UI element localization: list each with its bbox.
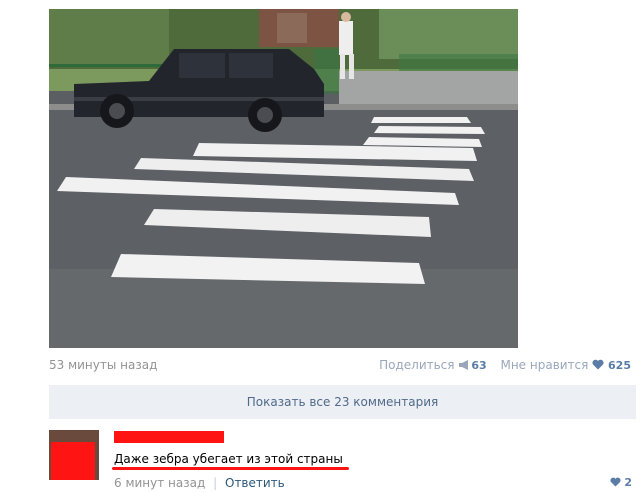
reply-button[interactable]: Ответить bbox=[225, 476, 285, 490]
comment-text-value: Даже зебра убегает из этой страны bbox=[114, 452, 343, 466]
comment-time[interactable]: 6 минут назад bbox=[114, 476, 205, 490]
like-label: Мне нравится bbox=[500, 358, 589, 372]
post-actions: Поделиться 63 Мне нравится 625 bbox=[379, 358, 631, 372]
comment-like-count: 2 bbox=[624, 476, 632, 489]
comment-like-button[interactable]: 2 bbox=[609, 476, 632, 489]
megaphone-icon bbox=[459, 360, 469, 370]
heart-icon bbox=[609, 477, 621, 487]
show-all-comments-button[interactable]: Показать все 23 комментария bbox=[49, 385, 636, 419]
censor-scribble bbox=[114, 431, 224, 443]
heart-icon bbox=[592, 359, 604, 370]
share-label: Поделиться bbox=[379, 358, 455, 372]
post-photo[interactable] bbox=[49, 9, 518, 348]
comment-author[interactable] bbox=[114, 429, 224, 443]
red-underline bbox=[112, 467, 349, 470]
comment-item: Даже зебра убегает из этой страны 6 мину… bbox=[49, 428, 639, 492]
comment-text: Даже зебра убегает из этой страны bbox=[112, 452, 349, 470]
like-count: 625 bbox=[608, 359, 631, 372]
avatar[interactable] bbox=[49, 430, 99, 480]
comment-separator: | bbox=[213, 476, 218, 490]
share-button[interactable]: Поделиться 63 bbox=[379, 358, 490, 372]
censor-mark bbox=[51, 442, 95, 480]
like-button[interactable]: Мне нравится 625 bbox=[500, 358, 631, 372]
post-time[interactable]: 53 минуты назад bbox=[49, 358, 157, 372]
post-meta-row: 53 минуты назад Поделиться 63 Мне нравит… bbox=[49, 356, 631, 374]
share-count: 63 bbox=[471, 359, 487, 372]
comment-meta: 6 минут назад | Ответить bbox=[114, 476, 285, 490]
